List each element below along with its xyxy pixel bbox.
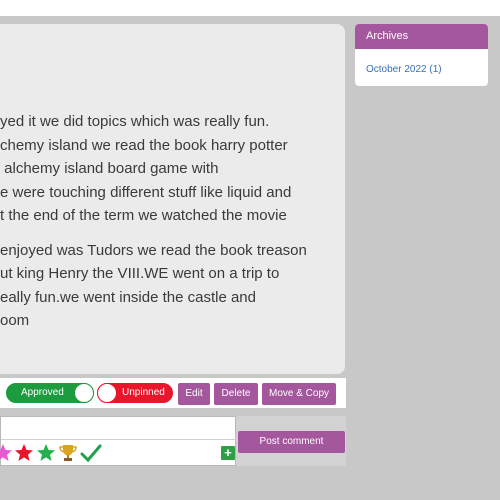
archive-link-october-2022[interactable]: October 2022 (1) — [366, 64, 442, 75]
post-line: e were touching different stuff like liq… — [0, 183, 292, 201]
post-line: oom — [0, 312, 30, 329]
trophy-icon[interactable] — [58, 443, 78, 463]
star-green-icon[interactable] — [36, 443, 56, 463]
comment-divider — [1, 439, 237, 440]
post-line: alchemy island board game with — [0, 160, 219, 177]
comment-input[interactable]: + — [0, 416, 237, 466]
post-line: chemy island we read the book harry pott… — [0, 136, 288, 154]
add-icon[interactable]: + — [221, 446, 235, 460]
post-line: t the end of the term we watched the mov… — [0, 207, 287, 224]
post-line: enjoyed was Tudors we read the book trea… — [0, 241, 307, 259]
post-line: eally fun.we went inside the castle and — [0, 288, 256, 306]
top-strip — [0, 0, 500, 16]
post-card: yed it we did topics which was really fu… — [0, 24, 345, 374]
move-copy-button[interactable]: Move & Copy — [262, 383, 336, 405]
post-comment-button[interactable]: Post comment — [238, 431, 345, 453]
edit-button[interactable]: Edit — [178, 383, 210, 405]
unpinned-label: Unpinned — [122, 387, 165, 398]
post-action-bar: Approved Unpinned Edit Delete Move & Cop… — [0, 378, 346, 408]
archives-title: Archives — [355, 24, 488, 49]
star-red-icon[interactable] — [14, 443, 34, 463]
unpinned-toggle[interactable]: Unpinned — [97, 383, 173, 403]
archives-widget: Archives October 2022 (1) — [355, 24, 488, 86]
delete-button[interactable]: Delete — [214, 383, 258, 405]
approved-label: Approved — [21, 387, 64, 398]
star-pink-icon[interactable] — [0, 443, 13, 463]
post-body: yed it we did topics which was really fu… — [0, 110, 340, 333]
post-line: ut king Henry the VIII.WE went on a trip… — [0, 265, 280, 282]
approved-toggle[interactable]: Approved — [6, 383, 94, 403]
checkmark-icon[interactable] — [80, 443, 102, 463]
toggle-knob — [97, 383, 117, 403]
toggle-knob — [74, 383, 94, 403]
post-line: yed it we did topics which was really fu… — [0, 113, 270, 130]
